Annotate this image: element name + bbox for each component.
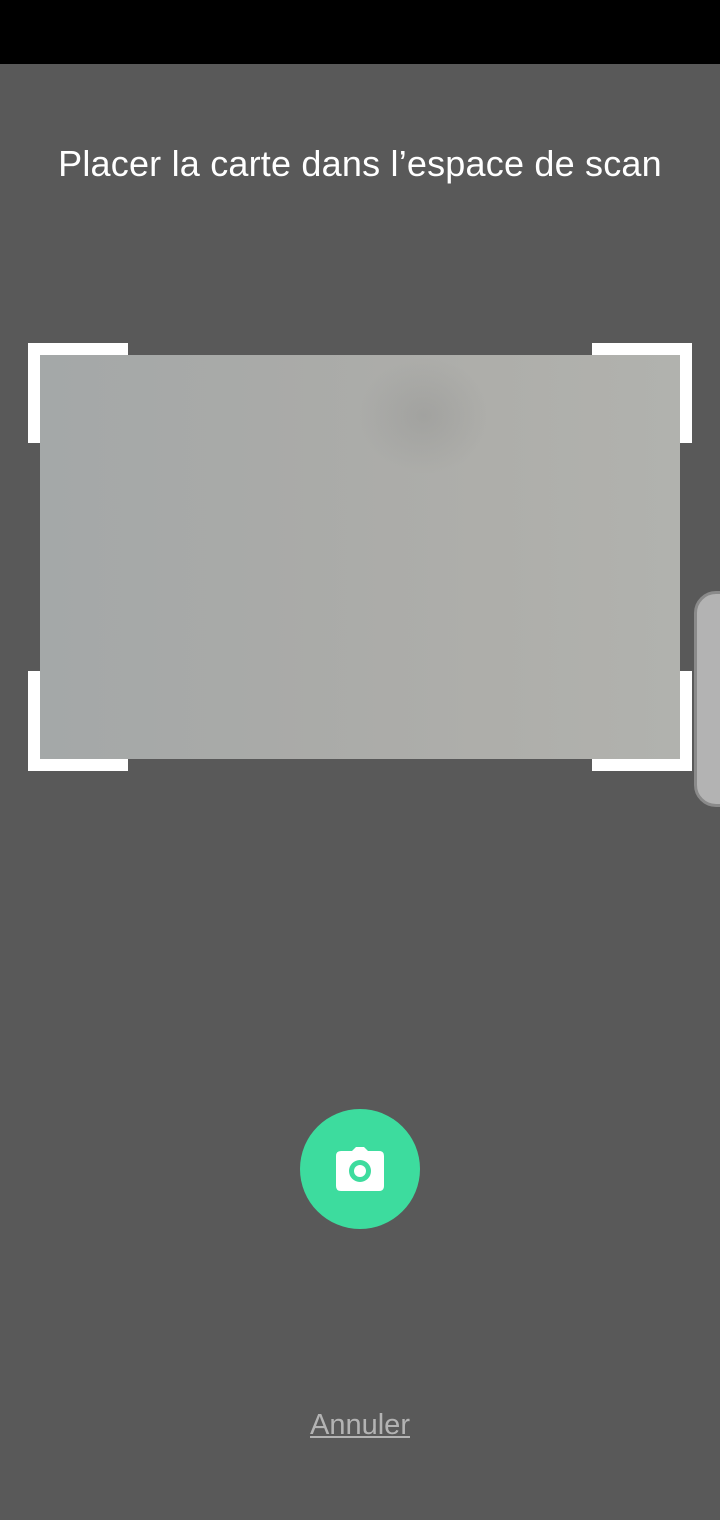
camera-preview bbox=[40, 355, 680, 759]
edge-panel-handle[interactable] bbox=[694, 591, 720, 807]
scan-corner-bottom-left bbox=[28, 671, 128, 771]
cancel-link[interactable]: Annuler bbox=[0, 1405, 720, 1445]
status-bar bbox=[0, 0, 720, 64]
scan-corner-top-left bbox=[28, 343, 128, 443]
scan-frame bbox=[28, 343, 692, 771]
scan-corner-bottom-right bbox=[592, 671, 692, 771]
scan-instruction-title: Placer la carte dans l’espace de scan bbox=[58, 143, 662, 184]
capture-button[interactable] bbox=[300, 1109, 420, 1229]
scan-corner-top-right bbox=[592, 343, 692, 443]
camera-icon bbox=[336, 1147, 384, 1191]
